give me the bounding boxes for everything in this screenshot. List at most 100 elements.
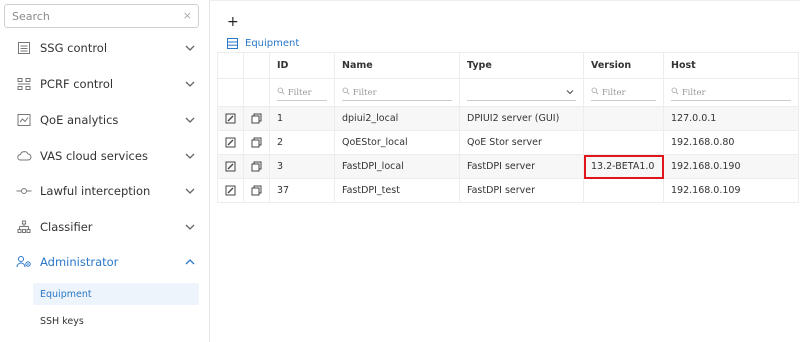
chevron-down-icon [566,89,574,94]
nav-item-lawful-interception[interactable]: Lawful interception [0,173,210,209]
section-header: Equipment [227,38,299,49]
filter-cell [217,78,244,107]
header-actions-copy [243,52,270,79]
cell-version [583,130,664,155]
search-icon [591,87,599,95]
cell-host: 192.168.0.109 [663,178,799,203]
filter-cell: Filter [269,78,335,107]
chevron-down-icon [185,224,195,230]
column-header-type[interactable]: Type [459,52,584,79]
clear-search-icon[interactable]: × [183,9,192,22]
cell-id: 3 [269,154,335,179]
cell-id: 1 [269,106,335,131]
cell-host: 192.168.0.80 [663,130,799,155]
server-icon [16,40,32,56]
sidebar-subitem-ssh-keys[interactable]: SSH keys [33,310,199,332]
header-actions-edit [217,52,244,79]
chevron-down-icon [185,81,195,87]
search-box[interactable]: × [4,4,199,28]
cell-host: 192.168.0.190 [663,154,799,179]
nav-label: SSG control [40,41,108,55]
filter-cell [243,78,270,107]
cell-type: QoE Stor server [459,130,584,155]
copy-icon[interactable] [251,113,262,124]
copy-icon[interactable] [251,137,262,148]
filter-cell: Filter [334,78,460,107]
table-row[interactable]: 2 QoEStor_local QoE Stor server 192.168.… [217,130,799,155]
edit-icon[interactable] [225,161,236,172]
divider [210,0,800,1]
cell-version [583,106,664,131]
cell-id: 2 [269,130,335,155]
cell-type: FastDPI server [459,154,584,179]
nav-label: Classifier [40,220,93,234]
name-filter-input[interactable]: Filter [342,85,452,101]
nav-item-ssg-control[interactable]: SSG control [0,30,210,66]
intercept-icon [16,183,32,199]
chevron-down-icon [185,188,195,194]
nav-item-qoe-analytics[interactable]: QoE analytics [0,102,210,138]
sidebar: × SSG control PCRF control QoE analytics… [0,0,210,342]
version-filter-input[interactable]: Filter [591,85,656,101]
nav-item-vas-cloud-services[interactable]: VAS cloud services [0,138,210,174]
cell-name: FastDPI_test [334,178,460,203]
search-icon [277,87,285,95]
edit-icon[interactable] [225,137,236,148]
nav-label: Lawful interception [40,184,151,198]
column-header-id[interactable]: ID [269,52,335,79]
filter-placeholder: Filter [352,87,377,98]
network-icon [16,76,32,92]
filter-placeholder: Filter [287,87,312,98]
nav-label: VAS cloud services [40,149,148,163]
cell-version [583,178,664,203]
column-header-version[interactable]: Version [583,52,664,79]
chevron-down-icon [185,153,195,159]
table-icon [227,38,238,49]
filter-placeholder: Filter [681,87,706,98]
type-filter-select[interactable] [467,85,576,101]
filter-placeholder: Filter [601,87,626,98]
filter-cell: Filter [583,78,664,107]
edit-icon[interactable] [225,113,236,124]
table-row[interactable]: 1 dpiui2_local DPIUI2 server (GUI) 127.0… [217,106,799,131]
search-icon [671,87,679,95]
chevron-down-icon [185,117,195,123]
copy-icon[interactable] [251,185,262,196]
cell-id: 37 [269,178,335,203]
cell-name: dpiui2_local [334,106,460,131]
column-header-name[interactable]: Name [334,52,460,79]
users-gear-icon [16,254,32,270]
search-input[interactable] [5,5,175,27]
nav-label: Administrator [40,255,119,269]
filter-cell: Filter [663,78,799,107]
cloud-icon [16,148,32,164]
nav-item-administrator[interactable]: Administrator [0,244,210,280]
nav-item-pcrf-control[interactable]: PCRF control [0,66,210,102]
copy-icon[interactable] [251,161,262,172]
cell-type: DPIUI2 server (GUI) [459,106,584,131]
nav-label: QoE analytics [40,113,119,127]
main-panel: + Equipment ID Name Type Version Host Fi… [210,0,800,342]
nav-item-classifier[interactable]: Classifier [0,209,210,245]
search-icon [342,87,350,95]
id-filter-input[interactable]: Filter [277,85,327,101]
equipment-table: ID Name Type Version Host Filter Filter [217,52,799,203]
chevron-down-icon [185,45,195,51]
chevron-up-icon [185,259,195,265]
cell-version-highlighted: 13.2-BETA1.0 [583,154,664,179]
cell-host: 127.0.0.1 [663,106,799,131]
sidebar-subitem-equipment[interactable]: Equipment [33,283,199,305]
table-row[interactable]: 3 FastDPI_local FastDPI server 13.2-BETA… [217,154,799,179]
cell-type: FastDPI server [459,178,584,203]
cell-name: FastDPI_local [334,154,460,179]
column-header-host[interactable]: Host [663,52,799,79]
table-row[interactable]: 37 FastDPI_test FastDPI server 192.168.0… [217,178,799,203]
add-button[interactable]: + [227,14,239,30]
filter-cell [459,78,584,107]
nav-label: PCRF control [40,77,114,91]
host-filter-input[interactable]: Filter [671,85,791,101]
cell-name: QoEStor_local [334,130,460,155]
chart-icon [16,112,32,128]
section-title: Equipment [245,38,300,49]
edit-icon[interactable] [225,185,236,196]
